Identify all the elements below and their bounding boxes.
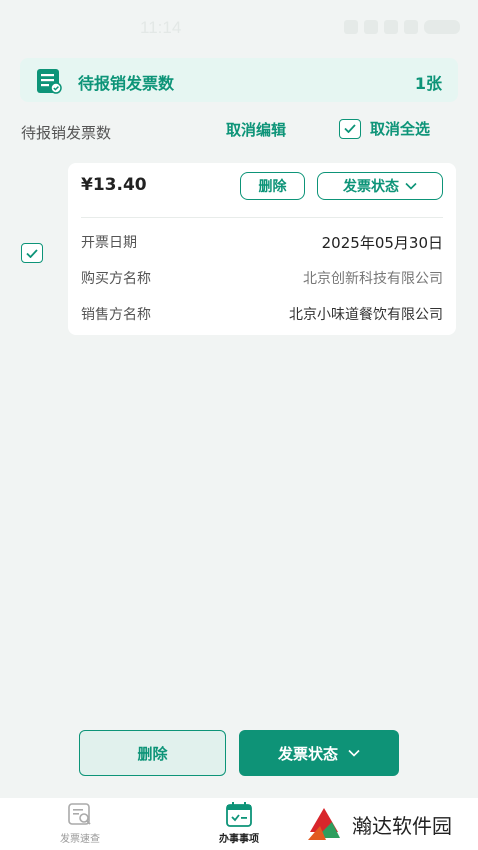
invoice-delete-button[interactable]: 删除 [240,172,305,200]
invoice-delete-label: 删除 [258,179,287,195]
invoice-icon [37,69,62,94]
cancel-edit-button[interactable]: 取消编辑 [226,119,286,140]
status-icons [344,20,460,34]
check-icon [26,248,38,258]
watermark-logo-icon [303,803,345,845]
notification-icon [344,20,358,34]
watermark-text: 瀚达软件园 [352,813,452,838]
signal-icon [384,20,398,34]
bulk-status-label: 发票状态 [277,744,338,763]
buyer-name-row: 购买方名称 北京创新科技有限公司 [81,268,443,290]
tab-invoice-lookup[interactable]: 发票速查 [40,802,120,845]
select-all-checkbox[interactable] [339,118,361,139]
invoice-search-icon [68,803,91,825]
wifi-icon [404,20,418,34]
bulk-status-dropdown[interactable]: 发票状态 [239,730,399,776]
seller-name-value: 北京小味道餐饮有限公司 [289,307,443,323]
image-icon [364,20,378,34]
watermark: 瀚达软件园 [302,802,452,846]
invoice-card[interactable]: ¥13.40 删除 发票状态 开票日期 2025年05月30日 购买方名称 北京… [68,163,456,335]
card-divider [81,217,443,218]
bulk-delete-button[interactable]: 删除 [79,730,226,776]
invoice-status-label: 发票状态 [343,179,399,195]
buyer-name-value: 北京创新科技有限公司 [303,271,443,287]
list-label: 待报销发票数 [21,124,112,142]
buyer-name-label: 购买方名称 [81,271,151,287]
seller-name-label: 销售方名称 [81,307,151,323]
tab-office-matters[interactable]: 办事事项 [199,802,279,845]
invoice-status-dropdown[interactable]: 发票状态 [317,172,443,200]
chevron-down-icon [405,182,417,190]
check-icon [344,124,356,133]
bulk-delete-label: 删除 [137,744,168,763]
cancel-select-all-label: 取消全选 [370,120,431,138]
chevron-down-icon [348,749,360,757]
seller-name-row: 销售方名称 北京小味道餐饮有限公司 [81,304,443,326]
invoice-date-value: 2025年05月30日 [321,234,443,252]
status-bar: 11:14 [0,0,478,58]
summary-title: 待报销发票数 [78,74,175,93]
battery-icon [424,20,460,34]
calendar-check-icon [226,802,252,827]
summary-count: 1张 [414,74,442,93]
invoice-date-label: 开票日期 [81,235,137,251]
invoice-date-row: 开票日期 2025年05月30日 [81,232,443,254]
invoice-amount: ¥13.40 [81,175,147,195]
cancel-select-all-toggle[interactable]: 取消全选 [339,118,430,139]
pending-invoice-summary: 待报销发票数 1张 [20,58,458,102]
status-time: 11:14 [140,18,182,37]
tab-office-matters-label: 办事事项 [219,834,259,845]
invoice-row-checkbox[interactable] [21,243,43,263]
tab-invoice-lookup-label: 发票速查 [60,834,100,845]
